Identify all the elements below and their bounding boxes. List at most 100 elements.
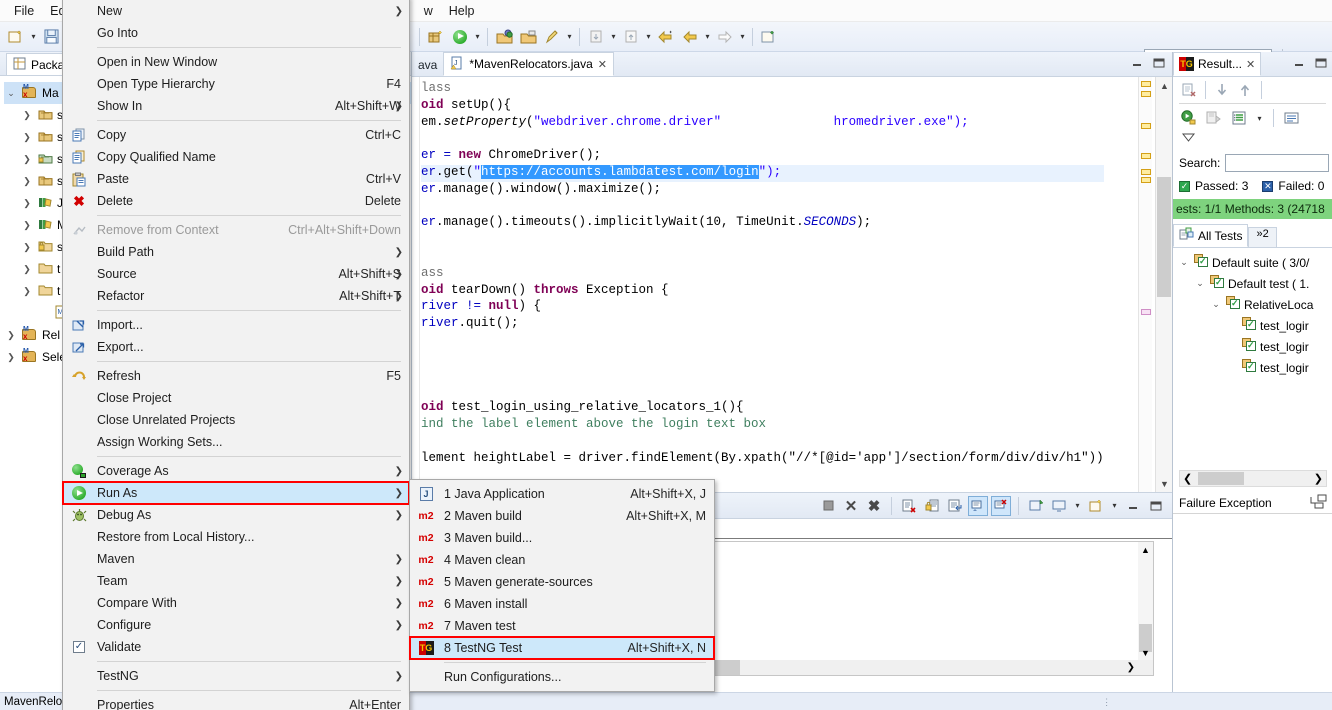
display-selected-console-icon[interactable] — [1049, 496, 1069, 516]
chevron-right-icon[interactable]: ❯ — [20, 110, 34, 121]
menu-item-show-in[interactable]: Show InAlt+Shift+W❯ — [63, 95, 409, 117]
search-input[interactable] — [1225, 154, 1329, 172]
clear-console-icon[interactable] — [899, 496, 919, 516]
results-tree-item[interactable]: ✓test_logir — [1173, 357, 1332, 378]
chevron-right-icon[interactable]: ❯ — [20, 132, 34, 143]
tab-all-tests[interactable]: All Tests — [1173, 224, 1248, 247]
menu-item-debug-as[interactable]: Debug As❯ — [63, 504, 409, 526]
run-last-test-icon[interactable] — [1179, 108, 1199, 128]
chevron-down-icon[interactable]: ⌄ — [4, 88, 18, 99]
results-tree-item[interactable]: ⌄✓Default test ( 1. — [1173, 273, 1332, 294]
menu-item-remove-from-context[interactable]: Remove from ContextCtrl+Alt+Shift+Down — [63, 219, 409, 241]
open-type-icon[interactable] — [493, 26, 515, 48]
menu-file[interactable]: File — [6, 2, 42, 20]
menu-item-build-path[interactable]: Build Path❯ — [63, 241, 409, 263]
run-as-submenu[interactable]: J1 Java ApplicationAlt+Shift+X, Jm22 Mav… — [409, 479, 715, 692]
menu-item-validate[interactable]: ✓Validate — [63, 636, 409, 658]
show-console-on-error-icon[interactable] — [991, 496, 1011, 516]
menu-item-configure[interactable]: Configure❯ — [63, 614, 409, 636]
menu-item-maven[interactable]: Maven❯ — [63, 548, 409, 570]
terminate-icon[interactable] — [818, 496, 838, 516]
new-window-icon[interactable] — [758, 26, 780, 48]
results-tree-item[interactable]: ⌄✓Default suite ( 3/0/ — [1173, 252, 1332, 273]
chevron-right-icon[interactable]: ❯ — [20, 242, 34, 253]
editor-scroll-thumb[interactable] — [1157, 177, 1171, 297]
results-tree-item[interactable]: ✓test_logir — [1173, 336, 1332, 357]
menu-item-7-maven-test[interactable]: m27 Maven test — [410, 615, 714, 637]
next-failed-test-icon[interactable] — [1212, 80, 1232, 100]
menu-item-1-java-application[interactable]: J1 Java ApplicationAlt+Shift+X, J — [410, 483, 714, 505]
menu-item-open-type-hierarchy[interactable]: Open Type HierarchyF4 — [63, 73, 409, 95]
chevron-down-icon[interactable]: ⌄ — [1209, 299, 1223, 310]
menu-item-2-maven-build[interactable]: m22 Maven buildAlt+Shift+X, M — [410, 505, 714, 527]
editor-vertical-scrollbar[interactable]: ▲ ▼ — [1155, 77, 1172, 492]
results-hscroll-thumb[interactable] — [1198, 472, 1244, 485]
menu-item-export[interactable]: Export... — [63, 336, 409, 358]
menu-item-go-into[interactable]: Go Into — [63, 22, 409, 44]
menu-item-close-unrelated-projects[interactable]: Close Unrelated Projects — [63, 409, 409, 431]
forward-dropdown-icon[interactable]: ▾ — [737, 26, 748, 48]
menu-item-refactor[interactable]: RefactorAlt+Shift+T❯ — [63, 285, 409, 307]
code-editor[interactable]: lassoid setUp(){em.setProperty("webdrive… — [412, 77, 1172, 492]
debug-dropdown-icon[interactable]: ▾ — [564, 26, 575, 48]
run-icon[interactable] — [449, 26, 471, 48]
show-report-icon[interactable] — [1282, 108, 1302, 128]
results-maximize-icon[interactable] — [1314, 56, 1328, 73]
back-dropdown-icon[interactable]: ▾ — [702, 26, 713, 48]
view-menu-dropdown-icon[interactable]: ▾ — [1254, 107, 1265, 129]
menu-item-run-configurations[interactable]: Run Configurations... — [410, 666, 714, 688]
chevron-right-icon[interactable]: ❯ — [20, 264, 34, 275]
open-resource-icon[interactable] — [517, 26, 539, 48]
show-console-on-output-icon[interactable] — [968, 496, 988, 516]
open-console-dropdown-icon[interactable]: ▾ — [1109, 495, 1120, 517]
menu-item-properties[interactable]: PropertiesAlt+Enter — [63, 694, 409, 710]
menu-item-5-maven-generate-sources[interactable]: m25 Maven generate-sources — [410, 571, 714, 593]
console-minimize-icon[interactable] — [1123, 496, 1143, 516]
results-view-menu-arrow[interactable] — [1173, 132, 1332, 150]
menu-item-run-as[interactable]: Run As❯ — [63, 482, 409, 504]
menu-help[interactable]: Help — [441, 2, 483, 20]
new-java-package-icon[interactable] — [425, 26, 447, 48]
word-wrap-icon[interactable] — [945, 496, 965, 516]
chevron-right-icon[interactable]: ❯ — [20, 198, 34, 209]
editor-overview-ruler[interactable] — [1138, 77, 1152, 492]
editor-scroll-down-icon[interactable]: ▼ — [1156, 475, 1173, 492]
console-scroll-up-icon[interactable]: ▲ — [1138, 542, 1153, 557]
results-tree[interactable]: ⌄✓Default suite ( 3/0/⌄✓Default test ( 1… — [1173, 248, 1332, 378]
editor-tab-inactive[interactable]: ava — [412, 53, 443, 76]
remove-launch-icon[interactable]: ✕ — [841, 496, 861, 516]
previous-annotation-icon[interactable] — [620, 26, 642, 48]
remove-all-terminated-icon[interactable]: ✖ — [864, 496, 884, 516]
view-menu-list-icon[interactable] — [1229, 108, 1249, 128]
results-tree-item[interactable]: ⌄✓RelativeLoca — [1173, 294, 1332, 315]
open-console-icon[interactable] — [1086, 496, 1106, 516]
menu-item-paste[interactable]: PasteCtrl+V — [63, 168, 409, 190]
tab-overflow[interactable]: »2 — [1248, 227, 1276, 247]
editor-gutter[interactable] — [412, 77, 420, 492]
menu-item-testng[interactable]: TestNG❯ — [63, 665, 409, 687]
editor-scroll-up-icon[interactable]: ▲ — [1156, 77, 1173, 94]
last-edit-location-icon[interactable] — [655, 26, 677, 48]
run-failed-tests-icon[interactable] — [1204, 108, 1224, 128]
results-horizontal-scrollbar[interactable]: ❮ ❯ — [1179, 470, 1327, 487]
menu-window[interactable]: w — [416, 2, 441, 20]
menu-item-8-testng-test[interactable]: TG8 TestNG TestAlt+Shift+X, N — [410, 637, 714, 659]
new-wizard-dropdown-icon[interactable]: ▾ — [28, 26, 39, 48]
previous-failed-test-icon[interactable] — [1235, 80, 1255, 100]
console-maximize-icon[interactable] — [1146, 496, 1166, 516]
scroll-lock-icon[interactable] — [922, 496, 942, 516]
debug-last-launched-icon[interactable] — [541, 26, 563, 48]
menu-item-4-maven-clean[interactable]: m24 Maven clean — [410, 549, 714, 571]
chevron-right-icon[interactable]: ❯ — [20, 286, 34, 297]
chevron-down-icon[interactable]: ⌄ — [1193, 278, 1207, 289]
context-menu[interactable]: New❯Go IntoOpen in New WindowOpen Type H… — [62, 0, 410, 710]
editor-maximize-icon[interactable] — [1152, 56, 1166, 73]
menu-item-team[interactable]: Team❯ — [63, 570, 409, 592]
tab-testng-results[interactable]: TG Result... ✕ — [1173, 52, 1261, 76]
save-icon[interactable] — [40, 26, 62, 48]
results-scroll-left-icon[interactable]: ❮ — [1180, 472, 1192, 485]
clear-results-icon[interactable] — [1179, 80, 1199, 100]
chevron-right-icon[interactable]: ❯ — [20, 154, 34, 165]
editor-tab-close-icon[interactable]: ✕ — [598, 58, 607, 71]
new-wizard-icon[interactable] — [5, 26, 27, 48]
